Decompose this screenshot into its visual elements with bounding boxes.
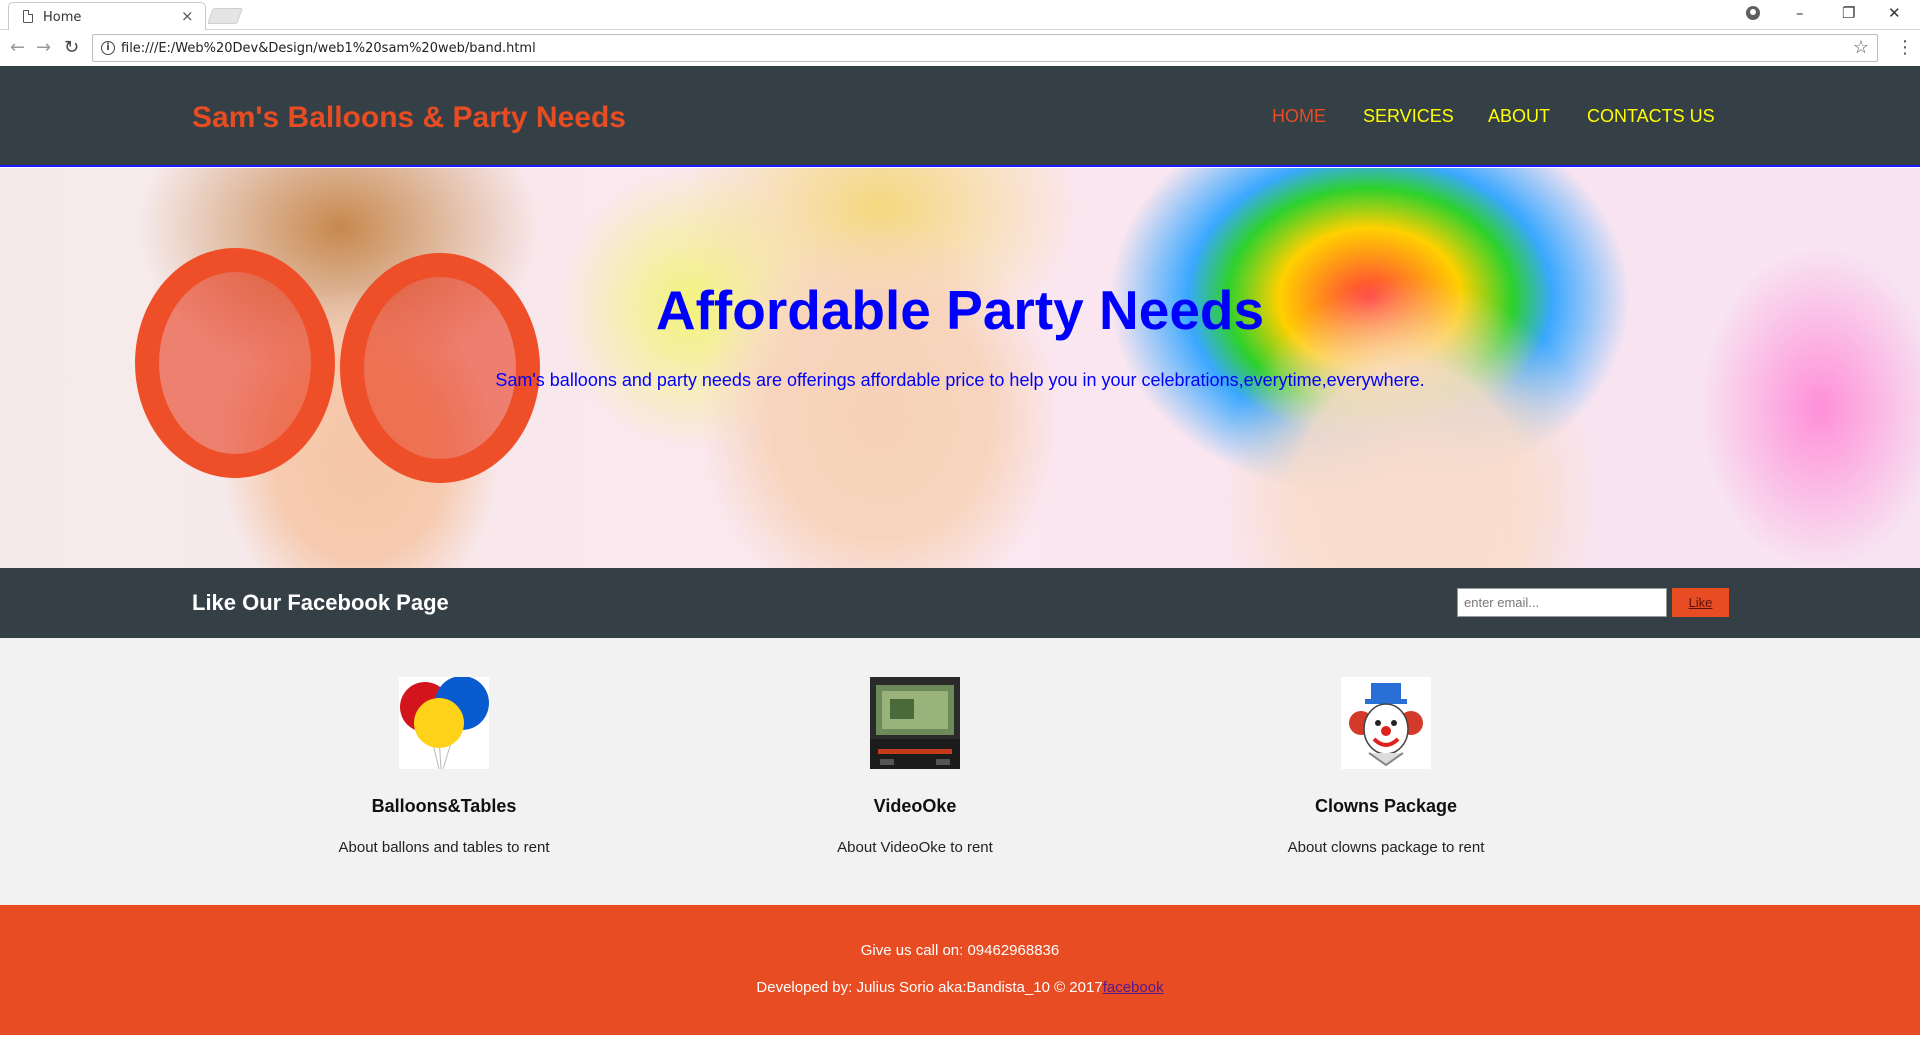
footer-credit: Developed by: Julius Sorio aka:Bandista_…: [0, 979, 1920, 996]
browser-menu-icon[interactable]: ⋮: [1896, 37, 1914, 58]
service-title: Balloons&Tables: [371, 796, 517, 816]
facebook-link[interactable]: facebook: [1103, 979, 1164, 996]
services-section: Balloons&Tables About ballons and tables…: [0, 638, 1920, 905]
tab-title: Home: [43, 10, 82, 25]
clown-icon: [1341, 677, 1431, 769]
facebook-title: Like Our Facebook Page: [192, 590, 449, 615]
nav-services[interactable]: SERVICES: [1363, 106, 1454, 127]
tab-close-icon[interactable]: ×: [181, 7, 194, 25]
nav-about[interactable]: ABOUT: [1488, 106, 1550, 127]
minimize-icon[interactable]: –: [1796, 4, 1804, 22]
service-description: About ballons and tables to rent: [338, 839, 550, 856]
page-icon: [23, 10, 33, 23]
brand-title[interactable]: Sam's Balloons & Party Needs: [192, 101, 626, 135]
hero-banner: Affordable Party Needs Sam's balloons an…: [0, 168, 1920, 568]
back-icon[interactable]: ←: [10, 37, 25, 58]
browser-tab[interactable]: Home ×: [8, 2, 206, 30]
url-text[interactable]: file:///E:/Web%20Dev&Design/web1%20sam%2…: [121, 41, 536, 56]
browser-tab-strip: Home × – ❐ ✕: [0, 0, 1920, 30]
nav-home[interactable]: HOME: [1272, 106, 1326, 127]
like-button[interactable]: Like: [1672, 588, 1729, 617]
email-input[interactable]: [1457, 588, 1667, 617]
videoke-icon: [870, 677, 960, 769]
account-icon[interactable]: [1746, 6, 1760, 20]
new-tab-button[interactable]: [207, 8, 243, 24]
hero-title: Affordable Party Needs: [655, 279, 1265, 341]
service-description: About VideoOke to rent: [837, 839, 993, 856]
close-window-icon[interactable]: ✕: [1888, 4, 1901, 22]
balloons-icon: [399, 676, 489, 770]
forward-icon[interactable]: →: [36, 37, 51, 58]
site-header: Sam's Balloons & Party Needs HOME SERVIC…: [0, 66, 1920, 167]
service-title: VideoOke: [873, 796, 957, 816]
address-bar[interactable]: i file:///E:/Web%20Dev&Design/web1%20sam…: [92, 34, 1878, 62]
restore-icon[interactable]: ❐: [1842, 4, 1855, 22]
reload-icon[interactable]: ↻: [64, 37, 79, 58]
address-bar-row: ← → ↻ i file:///E:/Web%20Dev&Design/web1…: [0, 31, 1920, 67]
info-icon[interactable]: i: [101, 41, 115, 55]
service-description: About clowns package to rent: [1287, 839, 1485, 856]
nav-contacts[interactable]: CONTACTS US: [1587, 106, 1715, 127]
service-title: Clowns Package: [1314, 796, 1458, 816]
bookmark-star-icon[interactable]: ☆: [1853, 37, 1869, 58]
site-footer: Give us call on: 09462968836 Developed b…: [0, 905, 1920, 1035]
hero-subtitle: Sam's balloons and party needs are offer…: [495, 370, 1425, 390]
facebook-strip: Like Our Facebook Page Like: [0, 568, 1920, 638]
footer-dev-text: Developed by: Julius Sorio aka:Bandista_…: [756, 979, 1103, 996]
footer-call: Give us call on: 09462968836: [860, 942, 1060, 959]
